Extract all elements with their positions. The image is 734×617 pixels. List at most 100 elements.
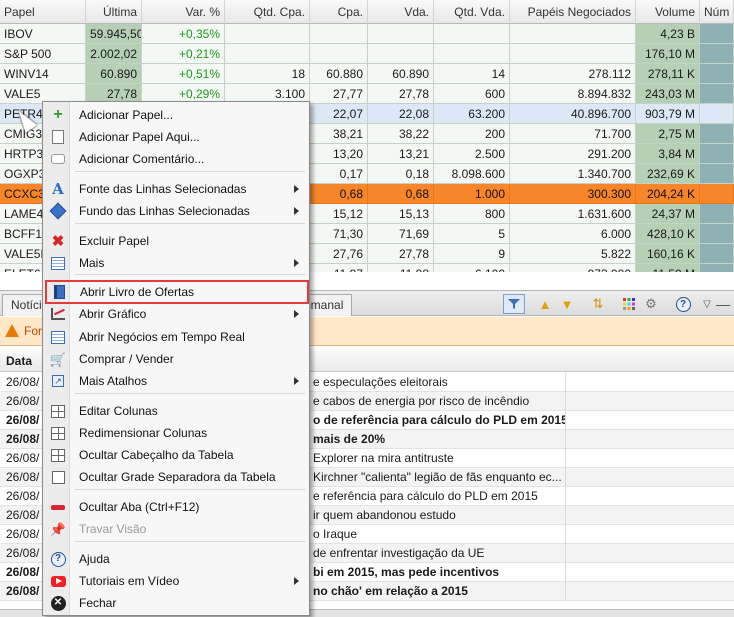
news-date: 26/08/	[6, 565, 40, 579]
header-num[interactable]: Núm	[700, 0, 734, 24]
quote-cell: 204,24 K	[636, 184, 700, 204]
quote-row[interactable]: S&P 500 2.002,02 +0,21% 176,10 M	[0, 44, 734, 64]
menu-item-mais-atalhos[interactable]: ↗ Mais Atalhos	[44, 370, 309, 392]
chart-icon	[50, 306, 66, 322]
column-divider	[565, 582, 566, 601]
quote-cell: 0,17	[310, 164, 368, 184]
menu-item-label: Editar Colunas	[79, 404, 158, 418]
menu-item-label: Adicionar Papel Aqui...	[79, 130, 200, 144]
column-divider	[565, 544, 566, 563]
realtime-icon	[50, 329, 66, 345]
quote-cell: 13,21	[368, 144, 434, 164]
menu-item-editar-colunas[interactable]: Editar Colunas	[44, 400, 309, 422]
quote-cell: 278.112	[510, 64, 636, 84]
news-date: 26/08/	[6, 470, 40, 484]
colors-grid-icon[interactable]	[618, 294, 640, 314]
quote-cell: 0,68	[368, 184, 434, 204]
quote-cell	[368, 24, 434, 44]
news-headline: e referência para cálculo do PLD em 2015	[313, 489, 538, 503]
help-toolbar-icon[interactable]: ?	[672, 294, 694, 314]
menu-item-comprar-vender[interactable]: 🛒 Comprar / Vender	[44, 348, 309, 370]
column-divider	[565, 411, 566, 430]
menu-item-excluir-papel[interactable]: ✖ Excluir Papel	[44, 230, 309, 252]
submenu-arrow-icon	[294, 377, 299, 385]
menu-item-fundo-das-linhas-selecionadas[interactable]: Fundo das Linhas Selecionadas	[44, 200, 309, 222]
menu-item-ocultar-aba-ctrl-f12[interactable]: Ocultar Aba (Ctrl+F12)	[44, 496, 309, 518]
header-papeis-negociados[interactable]: Papéis Negociados	[510, 0, 636, 24]
menu-item-mais[interactable]: Mais	[44, 252, 309, 274]
menu-item-abrir-gr-fico[interactable]: Abrir Gráfico	[44, 303, 309, 325]
header-volume[interactable]: Volume	[636, 0, 700, 24]
header-ultima[interactable]: Última	[86, 0, 142, 24]
quote-cell	[225, 24, 310, 44]
menu-item-adicionar-coment-rio[interactable]: Adicionar Comentário...	[44, 148, 309, 170]
menu-item-label: Travar Visão	[79, 522, 147, 536]
quote-cell: 11,98	[368, 264, 434, 272]
menu-item-label: Fonte das Linhas Selecionadas	[79, 182, 247, 196]
header-qtd-cpa[interactable]: Qtd. Cpa.	[225, 0, 310, 24]
quote-cell: 232,69 K	[636, 164, 700, 184]
filter-icon[interactable]	[503, 294, 525, 314]
menu-item-label: Abrir Gráfico	[79, 307, 147, 321]
news-headline: ir quem abandonou estudo	[313, 508, 456, 522]
column-date[interactable]: Data	[6, 354, 32, 368]
quote-cell	[310, 24, 368, 44]
context-menu: + Adicionar Papel... Adicionar Papel Aqui.…	[42, 101, 310, 616]
header-vda[interactable]: Vda.	[368, 0, 434, 24]
menu-item-travar-vis-o: 📌 Travar Visão	[44, 518, 309, 540]
quote-row[interactable]: WINV14 60.890 +0,51% 18 60.880 60.890 14 278.11…	[0, 64, 734, 84]
menu-item-adicionar-papel[interactable]: + Adicionar Papel...	[44, 104, 309, 126]
hide-grid-icon	[50, 469, 66, 485]
quote-cell: 200	[434, 124, 510, 144]
menu-item-label: Ocultar Grade Separadora da Tabela	[79, 470, 276, 484]
header-var[interactable]: Var. %	[142, 0, 225, 24]
quote-cell: 291.200	[510, 144, 636, 164]
menu-item-ajuda[interactable]: ? Ajuda	[44, 548, 309, 570]
quote-cell: 59.945,50	[86, 24, 142, 44]
news-headline: mais de 20%	[313, 432, 386, 446]
quote-cell: IBOV	[0, 24, 86, 44]
menu-item-fonte-das-linhas-selecionadas[interactable]: A Fonte das Linhas Selecionadas	[44, 178, 309, 200]
quote-cell: 22,08	[368, 104, 434, 124]
quote-cell: 4,23 B	[636, 24, 700, 44]
arrow-down-icon[interactable]: ▼	[556, 294, 578, 314]
filter-info-text: For	[24, 324, 42, 338]
menu-item-adicionar-papel-aqui[interactable]: Adicionar Papel Aqui...	[44, 126, 309, 148]
quote-cell: 973.900	[510, 264, 636, 272]
menu-item-abrir-livro-de-ofertas[interactable]: Abrir Livro de Ofertas	[45, 280, 309, 304]
header-papel[interactable]: Papel	[0, 0, 86, 24]
quote-cell	[700, 264, 734, 272]
quote-cell	[700, 184, 734, 204]
header-qtd-vda[interactable]: Qtd. Vda.	[434, 0, 510, 24]
menu-item-abrir-neg-cios-em-tempo-real[interactable]: Abrir Negócios em Tempo Real	[44, 326, 309, 348]
menu-item-label: Abrir Livro de Ofertas	[80, 285, 195, 299]
menu-item-label: Mais Atalhos	[79, 374, 148, 388]
menu-item-label: Adicionar Comentário...	[79, 152, 205, 166]
add-here-icon	[50, 129, 66, 145]
quote-cell: 60.890	[86, 64, 142, 84]
minimize-icon[interactable]: —	[712, 294, 734, 314]
more-list-icon	[50, 255, 66, 271]
menu-item-ocultar-cabe-alho-da-tabela[interactable]: Ocultar Cabeçalho da Tabela	[44, 444, 309, 466]
submenu-arrow-icon	[294, 310, 299, 318]
quote-cell: 176,10 M	[636, 44, 700, 64]
quote-cell: 5	[434, 224, 510, 244]
quote-cell: 903,79 M	[636, 104, 700, 124]
gear-icon[interactable]: ⚙	[640, 294, 662, 314]
quote-cell: 2,75 M	[636, 124, 700, 144]
refresh-icon[interactable]: ⇅	[587, 294, 609, 314]
menu-item-ocultar-grade-separadora-da-tabela[interactable]: Ocultar Grade Separadora da Tabela	[44, 466, 309, 488]
menu-item-redimensionar-colunas[interactable]: Redimensionar Colunas	[44, 422, 309, 444]
column-divider	[565, 563, 566, 582]
menu-item-fechar[interactable]: ✕ Fechar	[44, 592, 309, 614]
quote-row[interactable]: IBOV 59.945,50 +0,35% 4,23 B	[0, 24, 734, 44]
header-cpa[interactable]: Cpa.	[310, 0, 368, 24]
column-divider	[565, 525, 566, 544]
submenu-arrow-icon	[294, 185, 299, 193]
menu-item-tutoriais-em-v-deo[interactable]: Tutoriais em Vídeo	[44, 570, 309, 592]
quote-cell: 14	[434, 64, 510, 84]
menu-separator	[75, 223, 305, 224]
quote-table-header: Papel Última Var. % Qtd. Cpa. Cpa. Vda. …	[0, 0, 734, 24]
news-headline: o Iraque	[313, 527, 358, 541]
arrow-up-icon[interactable]: ▲	[534, 294, 556, 314]
